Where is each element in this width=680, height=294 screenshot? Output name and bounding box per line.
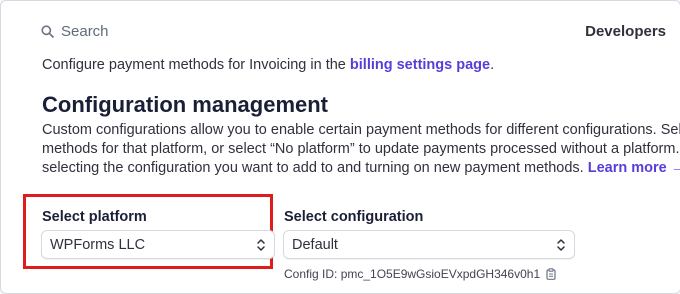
billing-text-after: .: [490, 57, 495, 73]
search-bar[interactable]: Search: [41, 23, 109, 40]
description-line-3-text: selecting the configuration you want to …: [42, 160, 588, 176]
configuration-select-value: Default: [292, 236, 338, 253]
description-line-3: selecting the configuration you want to …: [42, 159, 680, 178]
billing-settings-text: Configure payment methods for Invoicing …: [42, 57, 494, 73]
search-icon: [41, 25, 54, 38]
top-bar: Search Developers: [1, 1, 680, 57]
platform-select-value: WPForms LLC: [50, 236, 146, 253]
search-input[interactable]: Search: [61, 23, 109, 40]
billing-text-before: Configure payment methods for Invoicing …: [42, 57, 350, 73]
description-line-2: methods for that platform, or select “No…: [42, 141, 680, 157]
description-line-1: Custom configurations allow you to enabl…: [42, 122, 680, 138]
chevron-up-down-icon: [256, 238, 266, 252]
copy-icon[interactable]: [546, 268, 556, 280]
config-management-description: Custom configurations allow you to enabl…: [42, 121, 680, 178]
configuration-select[interactable]: Default: [283, 230, 575, 259]
select-configuration-label: Select configuration: [284, 209, 424, 225]
developers-link[interactable]: Developers: [585, 23, 666, 40]
platform-select[interactable]: WPForms LLC: [41, 230, 275, 259]
config-management-heading: Configuration management: [42, 92, 329, 117]
config-id-row: Config ID: pmc_1O5E9wGsioEVxpdGH346v0h1: [284, 267, 556, 281]
billing-settings-link[interactable]: billing settings page: [350, 57, 490, 73]
app-frame: Search Developers Configure payment meth…: [0, 0, 680, 294]
chevron-up-down-icon: [556, 238, 566, 252]
learn-more-link[interactable]: Learn more →: [588, 160, 680, 176]
select-platform-label: Select platform: [42, 209, 147, 225]
config-id-text: Config ID: pmc_1O5E9wGsioEVxpdGH346v0h1: [284, 267, 541, 281]
